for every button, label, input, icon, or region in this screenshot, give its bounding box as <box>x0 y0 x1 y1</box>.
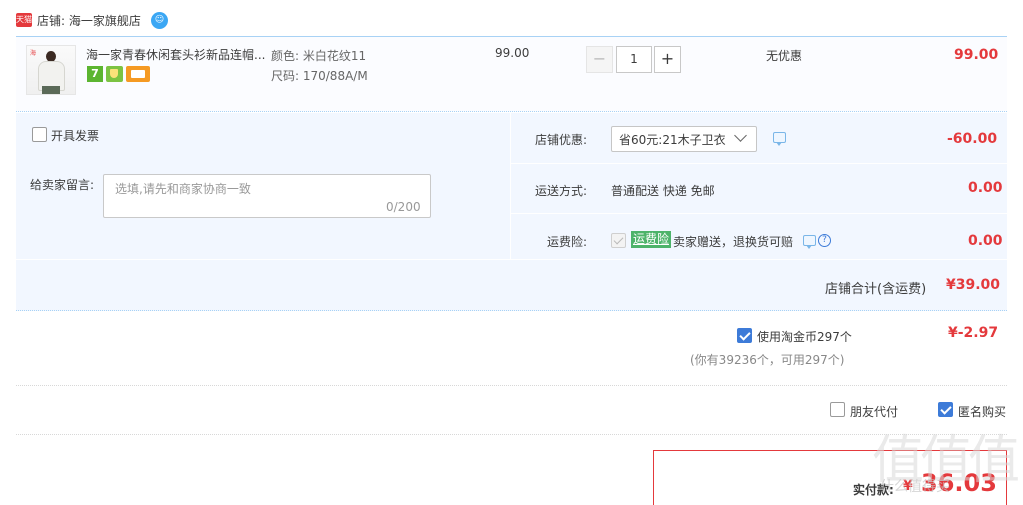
tmall-logo: 天猫 <box>16 13 32 27</box>
insurance-label: 运费险: <box>547 235 588 249</box>
insurance-text: 卖家赠送，退换货可赔 <box>673 235 794 249</box>
comment-icon[interactable] <box>803 235 816 249</box>
quantity-increase-button[interactable]: + <box>654 46 681 73</box>
item-subtotal: 99.00 <box>954 47 999 63</box>
store-total-label: 店铺合计(含运费) <box>825 282 927 297</box>
watermark-caption: 什么值得买 <box>880 479 950 495</box>
coins-checkbox[interactable] <box>737 328 752 343</box>
comment-icon[interactable] <box>773 132 786 146</box>
message-label: 给卖家留言: <box>30 178 95 192</box>
row-divider <box>16 259 1007 260</box>
quantity-decrease-button[interactable]: − <box>586 46 613 73</box>
section-divider <box>16 385 1007 386</box>
wangwang-chat-icon[interactable]: ☺ <box>151 12 168 29</box>
section-divider <box>16 434 1007 435</box>
message-placeholder: 选填,请先和商家协商一致 <box>115 182 251 196</box>
product-title-link[interactable]: 海一家青春休闲套头衫新品连帽... <box>86 46 265 63</box>
sku-size: 尺码: 170/88A/M <box>271 69 368 83</box>
coins-value: ¥-2.97 <box>948 325 999 341</box>
product-thumbnail[interactable]: 海 <box>26 45 76 95</box>
message-char-count: 0/200 <box>386 200 421 214</box>
delivery-method: 普通配送 快递 免邮 <box>611 184 715 198</box>
invoice-label[interactable]: 开具发票 <box>51 127 99 144</box>
help-icon[interactable]: ? <box>818 234 831 247</box>
delivery-fee: 0.00 <box>968 180 1003 196</box>
delivery-label: 运送方式: <box>535 184 588 198</box>
invoice-checkbox[interactable] <box>32 127 47 142</box>
thumb-brand-tag: 海 <box>30 50 37 57</box>
store-discount-label: 店铺优惠: <box>535 133 588 147</box>
friend-pay-checkbox[interactable] <box>830 402 845 417</box>
insurance-tag[interactable]: 运费险 <box>631 231 672 248</box>
anonymous-checkbox[interactable] <box>938 402 953 417</box>
credit-card-icon[interactable] <box>126 66 150 82</box>
sku-color: 颜色: 米白花纹11 <box>271 49 367 63</box>
unit-price: 99.00 <box>495 46 530 60</box>
store-discount-value: -60.00 <box>947 131 998 147</box>
store-name[interactable]: 店铺: 海一家旗舰店 <box>37 13 141 29</box>
store-total-value: ¥39.00 <box>946 277 1001 293</box>
store-discount-selected: 省60元:21木子卫衣 <box>619 133 726 147</box>
guarantee-shield-icon[interactable] <box>106 66 123 82</box>
insurance-checkbox <box>611 233 626 248</box>
insurance-value: 0.00 <box>968 233 1003 249</box>
quantity-input[interactable]: 1 <box>616 46 652 73</box>
item-discount: 无优惠 <box>766 49 803 63</box>
seven-day-return-icon[interactable]: 7 <box>87 66 103 82</box>
coins-note: (你有39236个，可用297个) <box>690 353 845 367</box>
coins-label[interactable]: 使用淘金币297个 <box>757 328 852 345</box>
